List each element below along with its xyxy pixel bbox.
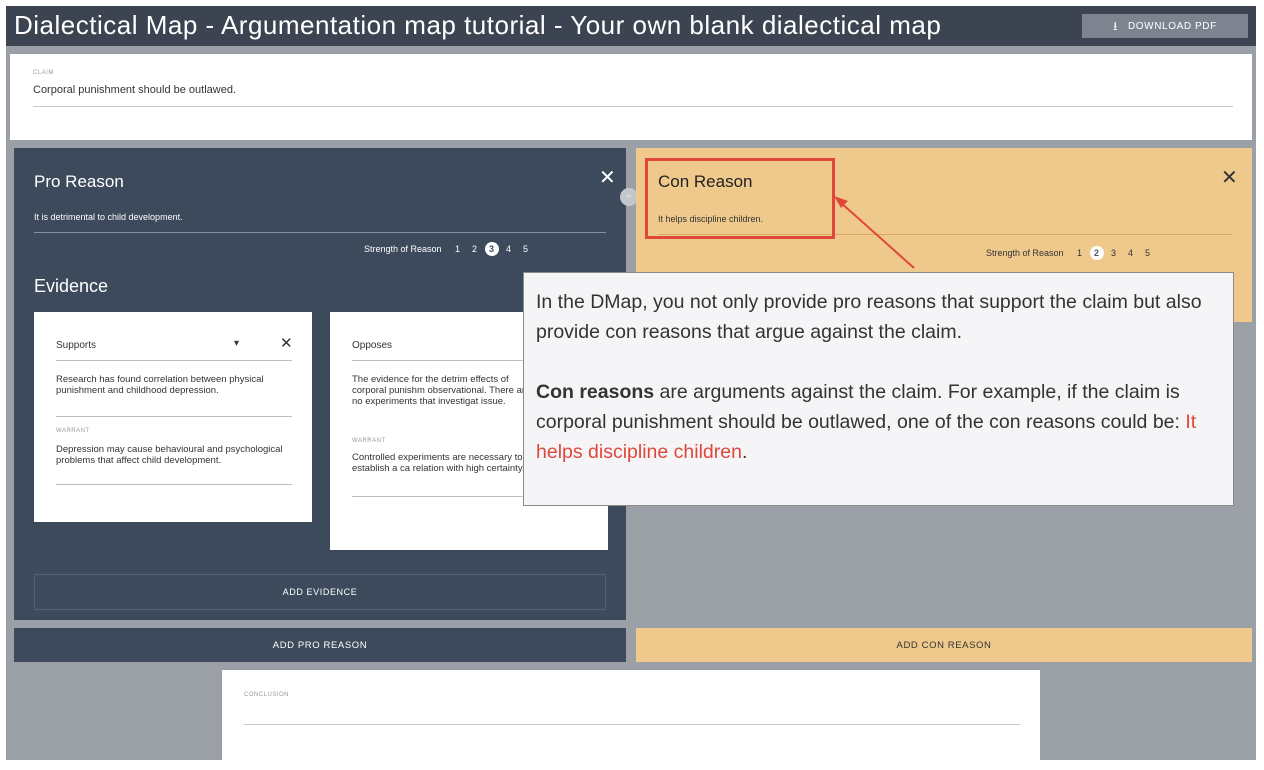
- conclusion-label: CONCLUSION: [244, 692, 290, 698]
- pro-strength-option[interactable]: 4: [502, 242, 516, 256]
- pro-strength-label: Strength of Reason: [364, 244, 442, 254]
- pro-reason-text[interactable]: It is detrimental to child development.: [34, 212, 183, 222]
- pro-strength-option[interactable]: 5: [519, 242, 533, 256]
- evidence-type-underline: [56, 360, 292, 361]
- con-strength-option[interactable]: 1: [1073, 246, 1087, 260]
- con-strength-option-selected[interactable]: 2: [1089, 246, 1104, 260]
- con-reason-close-icon[interactable]: ✕: [1221, 168, 1238, 188]
- conclusion-field[interactable]: CONCLUSION: [222, 670, 1040, 760]
- claim-text[interactable]: Corporal punishment should be outlawed.: [33, 84, 236, 96]
- dialectical-map-app: Dialectical Map - Argumentation map tuto…: [6, 6, 1256, 760]
- download-icon: ⭳: [1113, 19, 1118, 33]
- pro-reason-title: Pro Reason: [34, 172, 124, 191]
- add-con-reason-button[interactable]: ADD CON REASON: [636, 628, 1252, 662]
- page-title: Dialectical Map - Argumentation map tuto…: [14, 10, 942, 40]
- warrant-label: WARRANT: [352, 438, 386, 444]
- con-strength-option[interactable]: 5: [1141, 246, 1155, 260]
- evidence-type-select[interactable]: Opposes: [352, 340, 392, 351]
- evidence-text-underline: [56, 416, 292, 417]
- tooltip-end: .: [741, 441, 748, 463]
- annotation-highlight-box: [645, 158, 835, 239]
- warrant-underline: [56, 484, 292, 485]
- warrant-text[interactable]: Controlled experiments are necessary to …: [352, 452, 532, 474]
- claim-field[interactable]: CLAIM Corporal punishment should be outl…: [10, 54, 1252, 140]
- pro-reason-underline: [34, 232, 606, 233]
- top-bar: Dialectical Map - Argumentation map tuto…: [6, 6, 1256, 46]
- pro-reason-close-icon[interactable]: ✕: [599, 168, 616, 188]
- pro-strength-option[interactable]: 2: [468, 242, 482, 256]
- evidence-heading: Evidence: [34, 276, 109, 296]
- download-pdf-label: DOWNLOAD PDF: [1127, 20, 1217, 32]
- add-pro-reason-button[interactable]: ADD PRO REASON: [14, 628, 626, 662]
- claim-underline: [33, 106, 1233, 107]
- evidence-type-select[interactable]: Supports: [56, 340, 96, 351]
- pro-strength-option[interactable]: 1: [451, 242, 465, 256]
- warrant-label: WARRANT: [56, 428, 90, 434]
- warrant-text[interactable]: Depression may cause behavioural and psy…: [56, 444, 292, 466]
- evidence-close-icon[interactable]: ✕: [280, 334, 293, 352]
- evidence-text[interactable]: Research has found correlation between p…: [56, 374, 292, 396]
- evidence-card-supports: Supports ▾ ✕ Research has found correlat…: [34, 312, 312, 522]
- pro-strength-selector: Strength of Reason 1 2 3 4 5: [364, 242, 533, 256]
- con-strength-label: Strength of Reason: [986, 248, 1064, 258]
- con-strength-option[interactable]: 4: [1124, 246, 1138, 260]
- pro-strength-option-selected[interactable]: 3: [484, 242, 499, 256]
- con-strength-option[interactable]: 3: [1107, 246, 1121, 260]
- con-strength-selector: Strength of Reason 1 2 3 4 5: [986, 246, 1155, 260]
- chevron-down-icon[interactable]: ▾: [234, 338, 239, 349]
- claim-label: CLAIM: [33, 70, 54, 76]
- conclusion-underline: [244, 724, 1020, 725]
- tooltip-paragraph-2: Con reasons are arguments against the cl…: [536, 377, 1221, 467]
- tooltip-bold-term: Con reasons: [536, 381, 655, 403]
- evidence-text[interactable]: The evidence for the detrim effects of c…: [352, 374, 532, 407]
- tutorial-tooltip: In the DMap, you not only provide pro re…: [523, 272, 1234, 506]
- tooltip-paragraph-1: In the DMap, you not only provide pro re…: [536, 291, 1202, 343]
- download-pdf-button[interactable]: ⭳ DOWNLOAD PDF: [1082, 14, 1248, 38]
- add-evidence-button[interactable]: ADD EVIDENCE: [34, 574, 606, 610]
